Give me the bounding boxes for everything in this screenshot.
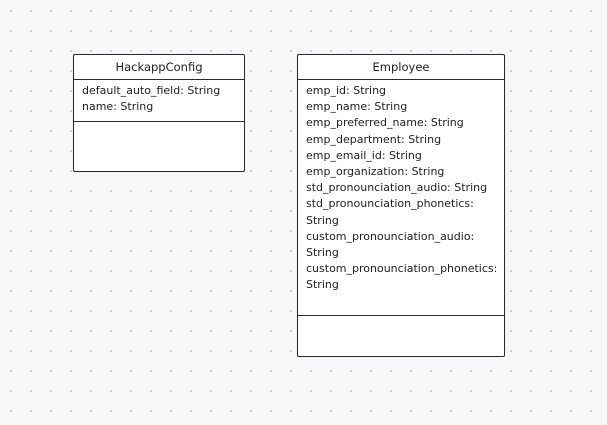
attributes-section: default_auto_field: String name: String [74, 80, 244, 122]
attribute: std_pronounciation_phonetics: [306, 197, 474, 211]
attribute: String [306, 278, 339, 292]
attribute: emp_preferred_name: String [306, 116, 464, 130]
attribute: String [306, 213, 339, 227]
attribute: emp_department: String [306, 132, 442, 146]
class-name: HackappConfig [74, 55, 244, 80]
attribute: emp_organization: String [306, 165, 445, 179]
attribute: custom_pronounciation_audio: [306, 229, 475, 243]
methods-section [298, 316, 504, 356]
attribute: std_pronounciation_audio: String [306, 181, 488, 195]
methods-section [74, 122, 244, 171]
attributes-section: emp_id: String emp_name: String emp_pref… [298, 80, 504, 316]
attribute: String [306, 246, 339, 260]
attribute: emp_id: String [306, 84, 387, 97]
attribute: emp_email_id: String [306, 148, 422, 162]
attribute: emp_name: String [306, 100, 408, 114]
class-box-hackappconfig[interactable]: HackappConfig default_auto_field: String… [73, 54, 245, 172]
attribute: custom_pronounciation_phonetics: [306, 262, 498, 276]
attribute: name: String [82, 100, 154, 114]
class-name: Employee [298, 55, 504, 80]
class-box-employee[interactable]: Employee emp_id: String emp_name: String… [297, 54, 505, 357]
attribute: default_auto_field: String [82, 84, 221, 97]
